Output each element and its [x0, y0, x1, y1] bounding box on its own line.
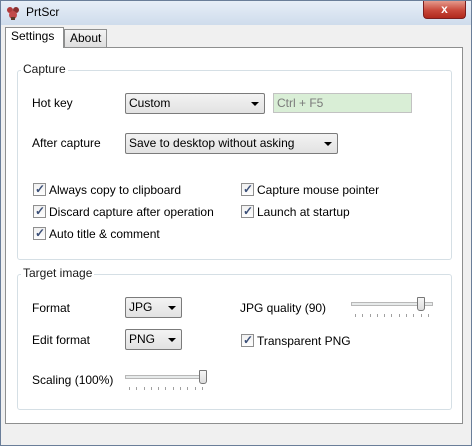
format-select[interactable]: JPG	[125, 297, 182, 318]
checkbox-box[interactable]: ✓	[241, 182, 254, 196]
checkbox-launch-at-startup[interactable]: ✓ Launch at startup	[241, 204, 441, 220]
checkbox-transparent-png[interactable]: ✓ Transparent PNG	[241, 333, 441, 349]
target-image-group: Target image Format JPG JPG quality (90)…	[17, 266, 452, 410]
chevron-down-icon	[168, 338, 176, 342]
edit-format-select[interactable]: PNG	[125, 329, 182, 350]
checkbox-capture-mouse-pointer[interactable]: ✓ Capture mouse pointer	[241, 182, 441, 198]
close-icon: x	[441, 2, 448, 16]
checkbox-box[interactable]: ✓	[241, 204, 254, 218]
title-bar[interactable]: PrtScr x	[1, 1, 471, 25]
capture-group-title: Capture	[21, 62, 68, 76]
slider-thumb[interactable]	[417, 297, 425, 311]
checkbox-discard-after-operation[interactable]: ✓ Discard capture after operation	[33, 204, 238, 220]
checkbox-label: Always copy to clipboard	[49, 183, 182, 197]
slider-ticks	[129, 387, 203, 390]
checkbox-label: Launch at startup	[257, 205, 350, 219]
hotkey-select-value: Custom	[129, 96, 171, 110]
checkbox-label: Auto title & comment	[49, 227, 160, 241]
chevron-down-icon	[251, 102, 259, 106]
jpg-quality-slider[interactable]	[351, 297, 433, 317]
slider-ticks	[355, 314, 429, 317]
chevron-down-icon	[324, 142, 332, 146]
hotkey-field-value: Ctrl + F5	[277, 96, 324, 110]
checkbox-label: Capture mouse pointer	[257, 183, 380, 197]
edit-format-label: Edit format	[32, 333, 91, 347]
hotkey-select[interactable]: Custom	[125, 93, 265, 114]
edit-format-select-value: PNG	[129, 332, 156, 346]
checkbox-box[interactable]: ✓	[33, 226, 46, 240]
checkmark-icon: ✓	[35, 226, 46, 240]
chevron-down-icon	[168, 306, 176, 310]
checkbox-always-copy-clipboard[interactable]: ✓ Always copy to clipboard	[33, 182, 233, 198]
checkbox-label: Discard capture after operation	[49, 205, 214, 219]
checkmark-icon: ✓	[243, 333, 254, 347]
capture-group: Capture Hot key Custom Ctrl + F5 After c…	[17, 62, 452, 260]
checkmark-icon: ✓	[35, 182, 46, 196]
hotkey-label: Hot key	[32, 96, 73, 110]
checkbox-box[interactable]: ✓	[33, 204, 46, 218]
hotkey-field[interactable]: Ctrl + F5	[273, 93, 412, 113]
after-capture-label: After capture	[32, 136, 101, 150]
settings-panel: Capture Hot key Custom Ctrl + F5 After c…	[5, 47, 463, 424]
app-icon	[7, 7, 19, 20]
slider-thumb[interactable]	[199, 370, 207, 384]
checkbox-auto-title-comment[interactable]: ✓ Auto title & comment	[33, 226, 233, 242]
after-capture-select[interactable]: Save to desktop without asking	[125, 133, 338, 154]
jpg-quality-label: JPG quality (90)	[240, 301, 327, 315]
checkmark-icon: ✓	[243, 204, 254, 218]
prtscr-window: PrtScr x Settings About Capture Hot key …	[0, 0, 472, 446]
slider-track	[125, 375, 207, 379]
checkmark-icon: ✓	[35, 204, 46, 218]
after-capture-select-value: Save to desktop without asking	[129, 136, 295, 150]
tab-about[interactable]: About	[64, 29, 107, 47]
window-title: PrtScr	[26, 5, 60, 19]
checkmark-icon: ✓	[243, 182, 254, 196]
tab-settings[interactable]: Settings	[5, 27, 64, 48]
checkbox-box[interactable]: ✓	[241, 333, 254, 347]
scaling-slider[interactable]	[125, 370, 207, 390]
target-image-group-title: Target image	[21, 266, 95, 280]
checkbox-label: Transparent PNG	[257, 334, 351, 348]
format-label: Format	[32, 301, 71, 315]
scaling-label: Scaling (100%)	[32, 373, 114, 387]
format-select-value: JPG	[129, 300, 153, 314]
checkbox-box[interactable]: ✓	[33, 182, 46, 196]
close-button[interactable]: x	[423, 1, 466, 19]
